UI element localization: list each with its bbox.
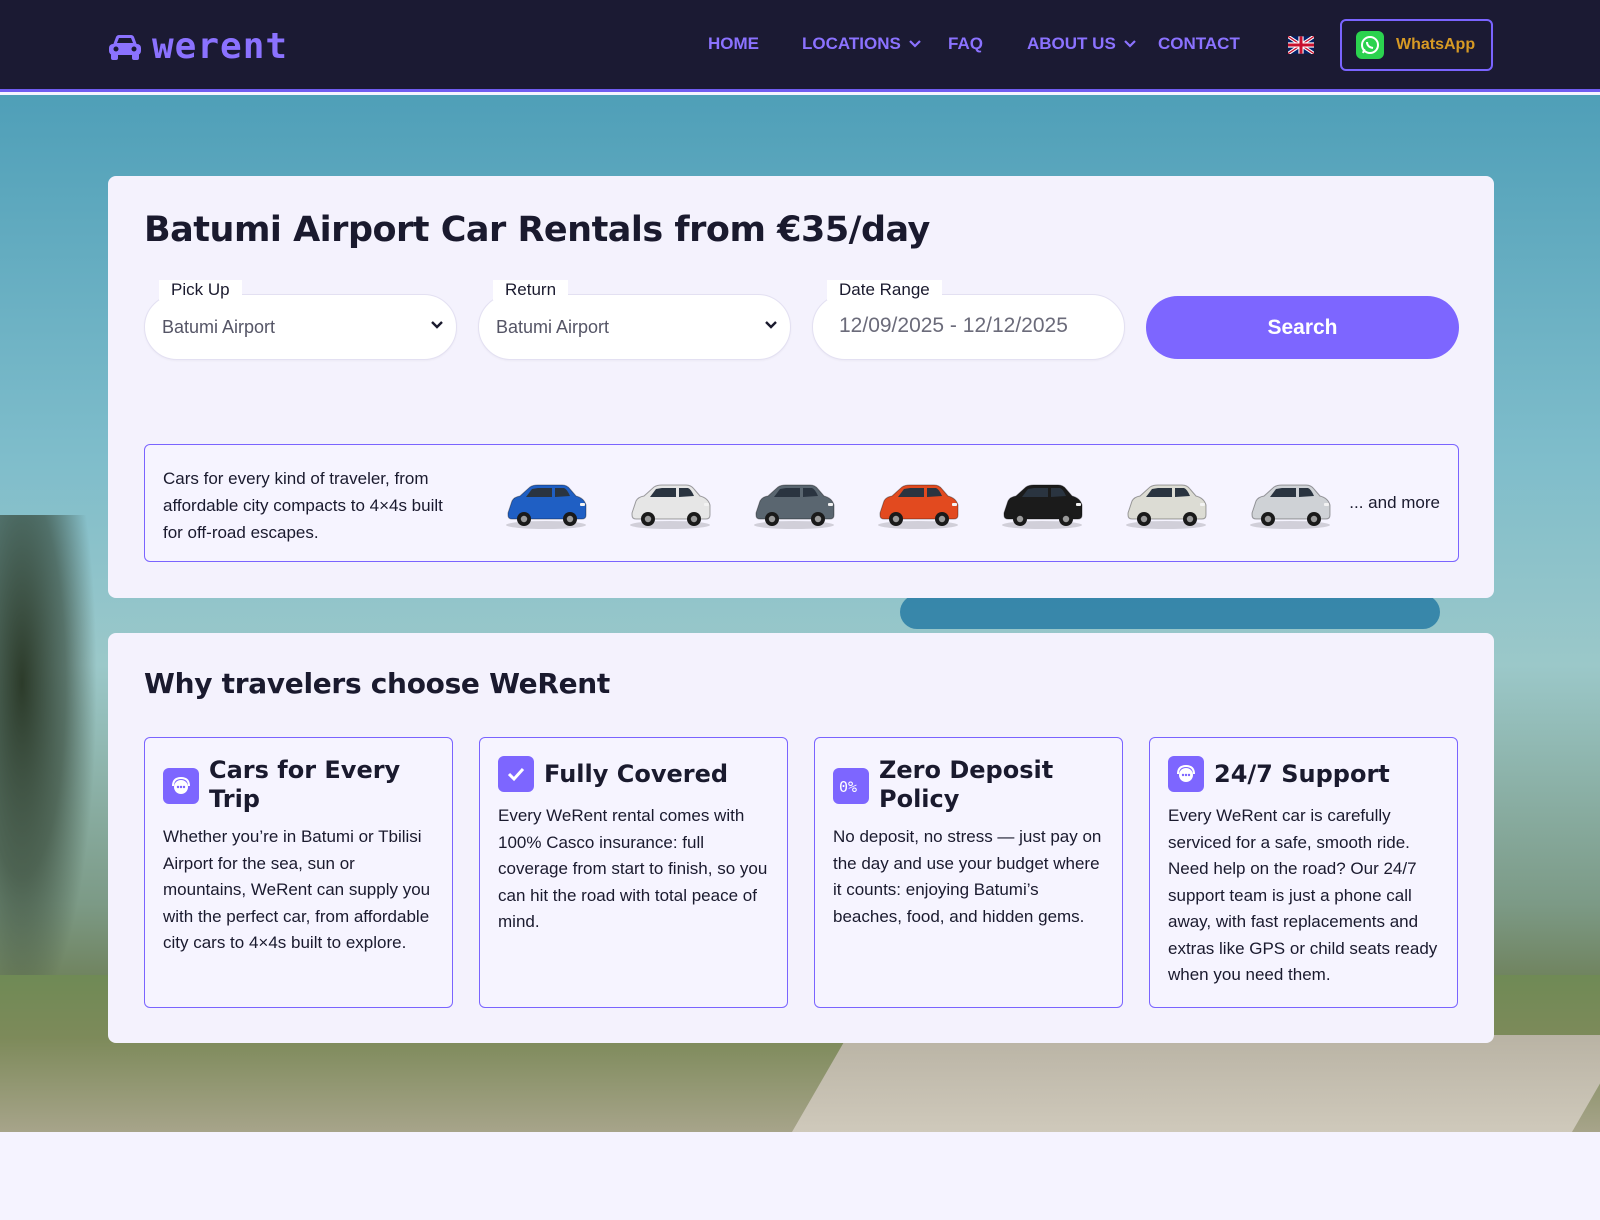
fleet-description: Cars for every kind of traveler, from af… (163, 469, 443, 542)
white-suv-car-image (630, 484, 711, 529)
date-range-value: 12/09/2025 - 12/12/2025 (839, 314, 1068, 337)
white-4x4-tent-car-image (1126, 484, 1207, 529)
uk-flag-icon[interactable] (1288, 36, 1314, 54)
return-select[interactable]: Return Batumi Airport (478, 280, 791, 360)
zero-percent-icon: 0% (833, 768, 869, 804)
checkbox-icon (498, 756, 534, 792)
chevron-down-icon (431, 321, 443, 329)
feature-body: Whether you’re in Batumi or Tbilisi Airp… (163, 827, 431, 952)
blue-suv-car-image (506, 484, 587, 529)
search-card: Batumi Airport Car Rentals from €35/day … (108, 176, 1494, 598)
walkway-decoration (791, 1035, 1600, 1132)
feature-card-support: 24/7 Support Every WeRent car is careful… (1149, 737, 1458, 1008)
chevron-down-icon (1124, 40, 1136, 48)
feature-card-covered: Fully Covered Every WeRent rental comes … (479, 737, 788, 1008)
whatsapp-icon (1356, 31, 1384, 59)
nav-home[interactable]: HOME (708, 34, 759, 54)
nav-locations[interactable]: LOCATIONS (802, 34, 921, 54)
feature-title: 24/7 Support (1214, 760, 1390, 788)
whatsapp-label: WhatsApp (1396, 36, 1476, 53)
chevron-down-icon (909, 40, 921, 48)
fleet-showcase: Cars for every kind of traveler, from af… (144, 444, 1459, 562)
feature-title: Zero Deposit Policy (879, 756, 1054, 813)
feature-body: Every WeRent rental comes with 100% Casc… (498, 806, 768, 931)
support-agent-icon (163, 768, 199, 804)
support-agent-icon (1168, 756, 1204, 792)
date-range-label: Date Range (827, 280, 942, 300)
nav-about-us-label: ABOUT US (1027, 34, 1116, 53)
search-button[interactable]: Search (1146, 296, 1459, 359)
feature-title: Cars for Every Trip (209, 756, 401, 813)
chevron-down-icon (765, 321, 777, 329)
whatsapp-button[interactable]: WhatsApp (1340, 19, 1493, 71)
fleet-more-link[interactable]: ... and more (1349, 493, 1440, 513)
black-jeep-car-image (1002, 484, 1083, 529)
orange-4x4-car-image (878, 484, 959, 529)
silver-hybrid-car-image (1250, 484, 1331, 529)
date-range-input[interactable]: Date Range 12/09/2025 - 12/12/2025 (812, 280, 1125, 360)
return-label: Return (493, 280, 569, 300)
nav-faq[interactable]: FAQ (948, 34, 983, 54)
nav-home-label: HOME (708, 34, 759, 53)
svg-text:0%: 0% (839, 778, 857, 796)
nav-faq-label: FAQ (948, 34, 983, 53)
nav-locations-label: LOCATIONS (802, 34, 901, 53)
feature-body: Every WeRent car is carefully serviced f… (1168, 806, 1438, 984)
pickup-select[interactable]: Pick Up Batumi Airport (144, 280, 457, 360)
return-value: Batumi Airport (496, 317, 610, 337)
feature-title: Fully Covered (544, 760, 729, 788)
nav-contact[interactable]: CONTACT (1158, 34, 1240, 54)
feature-card-deposit: 0% Zero Deposit Policy No deposit, no st… (814, 737, 1123, 1008)
pickup-label: Pick Up (159, 280, 242, 300)
why-card: Why travelers choose WeRent Cars for Eve… (108, 633, 1494, 1043)
page-title: Batumi Airport Car Rentals from €35/day (144, 210, 930, 250)
pickup-value: Batumi Airport (162, 317, 276, 337)
grey-compact-car-image (754, 484, 835, 529)
top-navbar: werent HOME LOCATIONS FAQ ABOUT US CONTA… (0, 0, 1600, 92)
section-title: Why travelers choose WeRent (144, 667, 611, 700)
airplane-decoration (900, 595, 1440, 629)
page-footer-space (0, 1132, 1600, 1220)
feature-body: No deposit, no stress — just pay on the … (833, 827, 1102, 926)
feature-card-cars: Cars for Every Trip Whether you’re in Ba… (144, 737, 453, 1008)
nav-about-us[interactable]: ABOUT US (1027, 34, 1136, 54)
nav-contact-label: CONTACT (1158, 34, 1240, 53)
